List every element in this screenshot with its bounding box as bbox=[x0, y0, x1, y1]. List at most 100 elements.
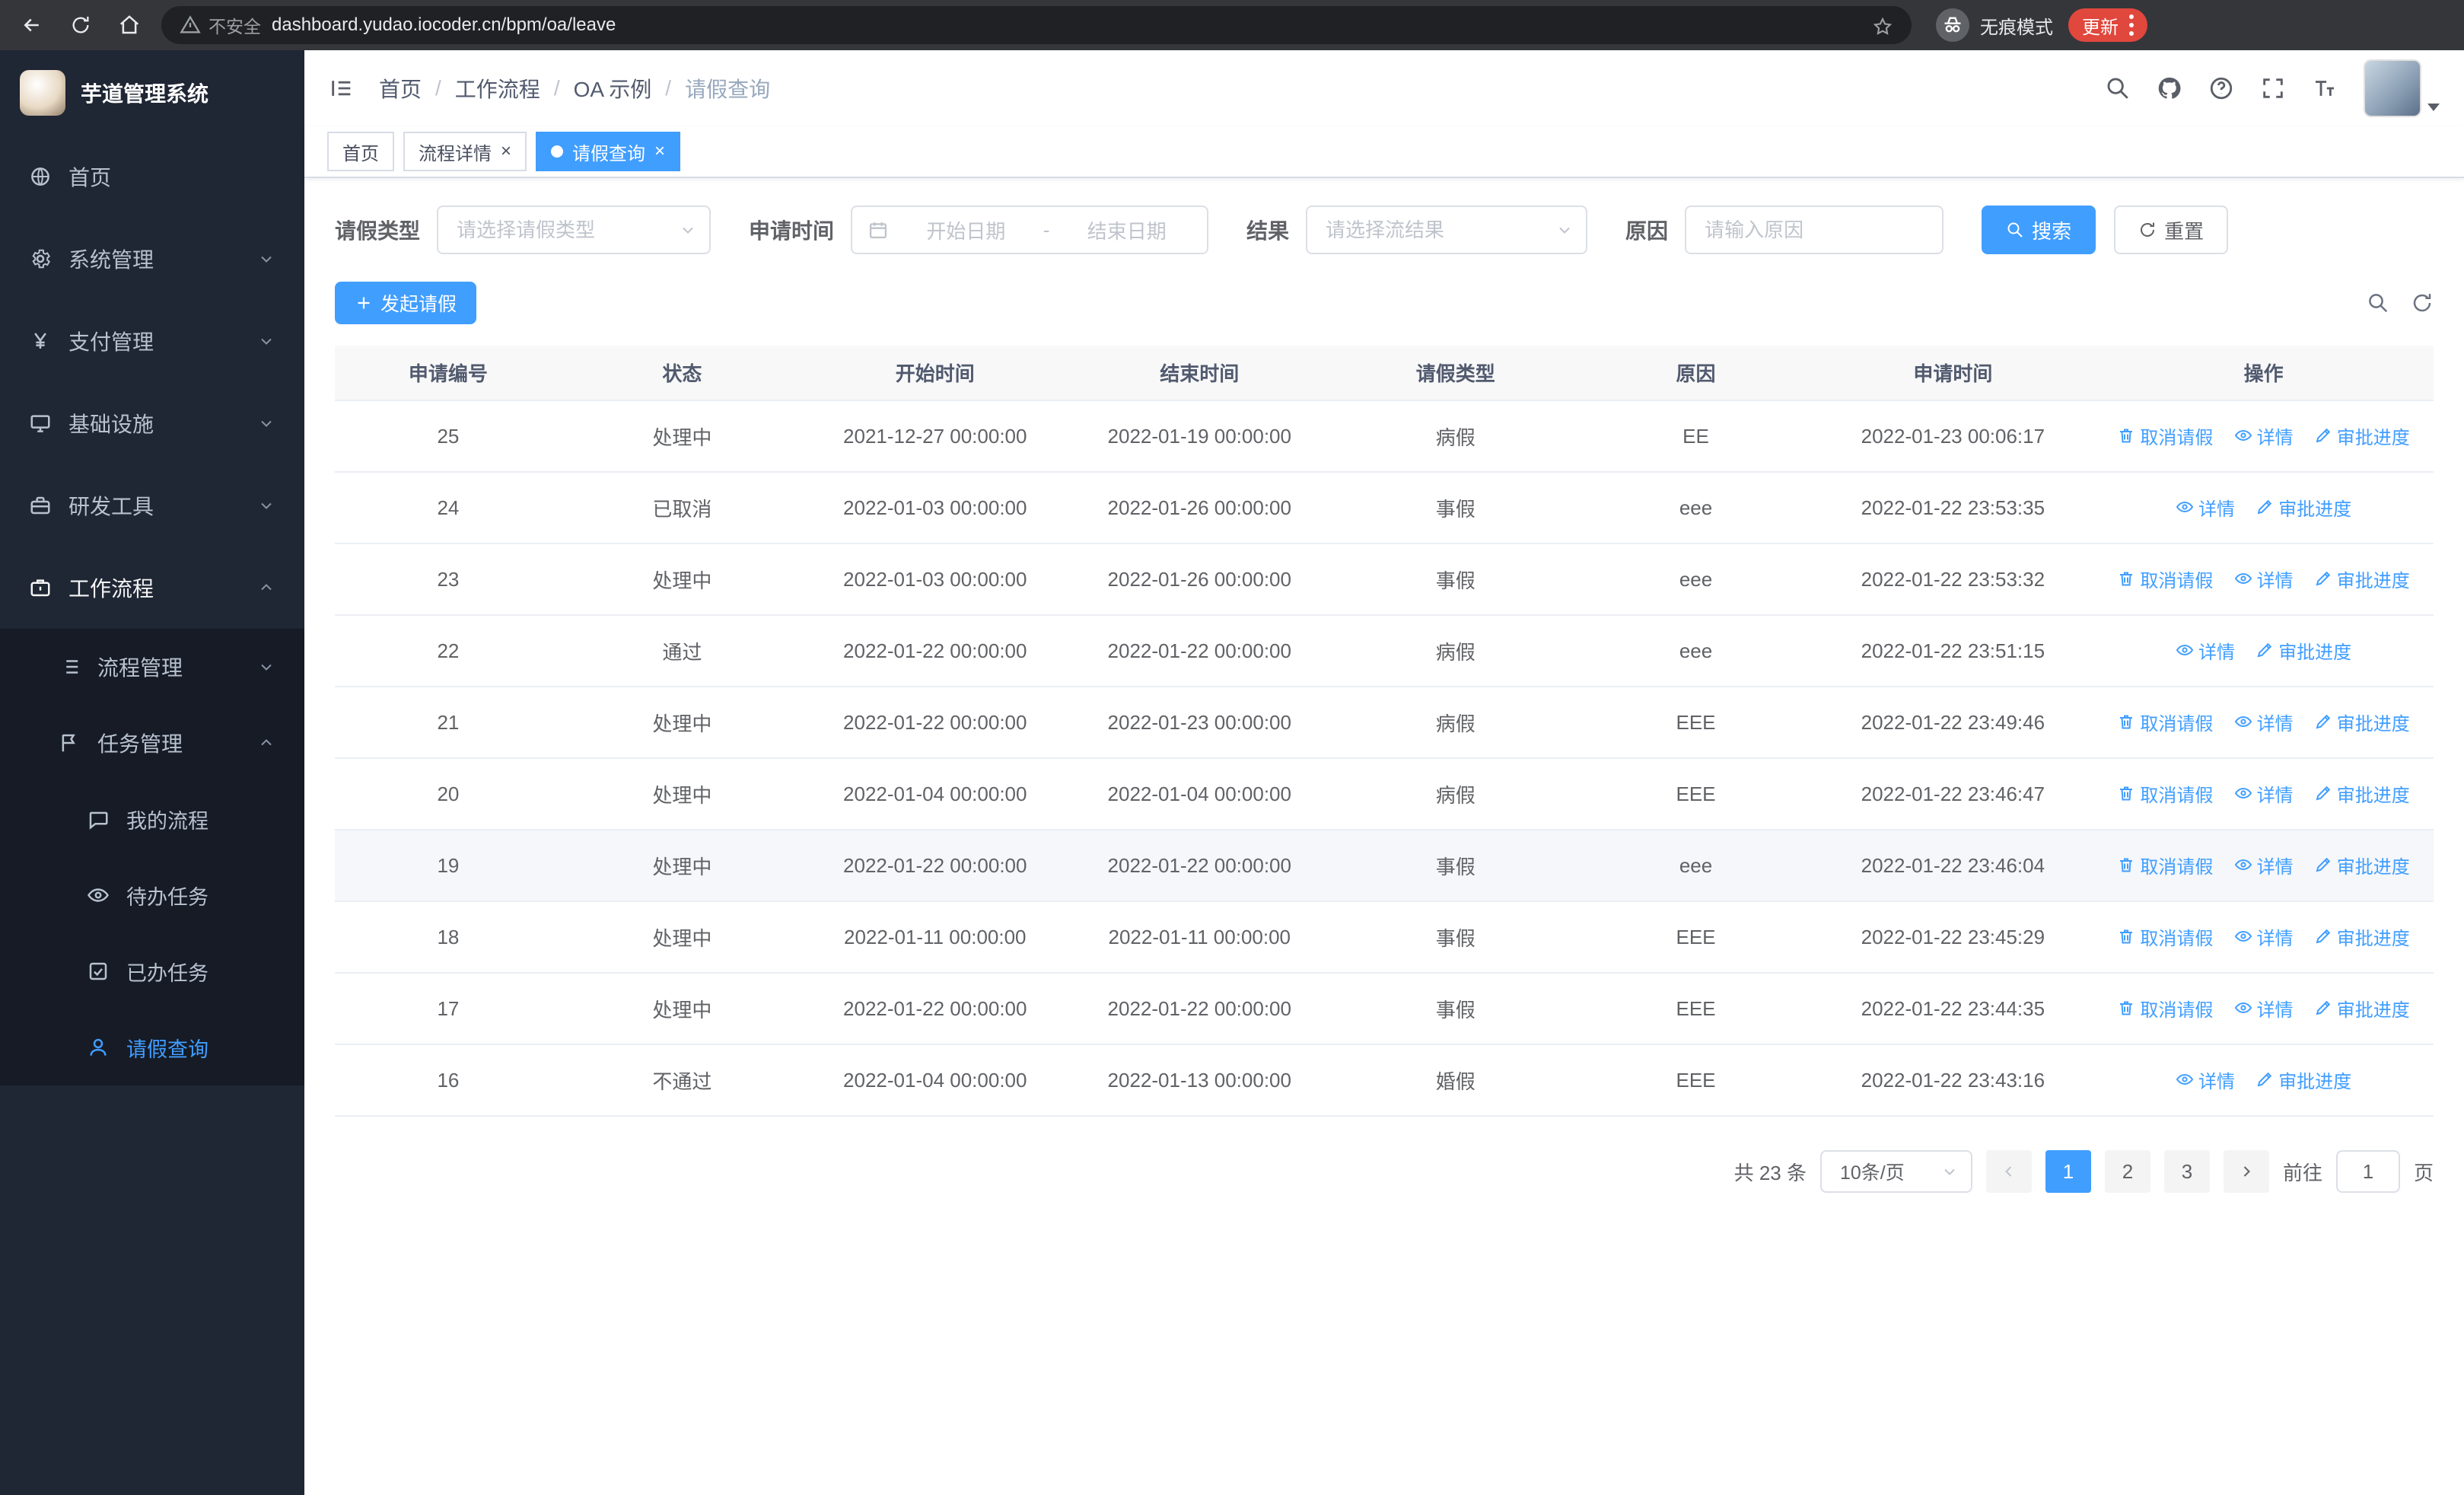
close-icon[interactable]: × bbox=[654, 142, 665, 161]
detail-link[interactable]: 详情 bbox=[2234, 923, 2294, 950]
trash-icon bbox=[2117, 426, 2135, 445]
detail-link[interactable]: 详情 bbox=[2234, 995, 2294, 1022]
tab-process-detail[interactable]: 流程详情 × bbox=[403, 132, 527, 171]
toggle-search-icon[interactable] bbox=[2367, 292, 2389, 314]
tab-leave-query[interactable]: 请假查询 × bbox=[536, 132, 681, 171]
sidebar-item-devtools[interactable]: 研发工具 bbox=[0, 464, 304, 547]
security-warning[interactable]: 不安全 bbox=[180, 12, 261, 38]
page-size-select[interactable] bbox=[1819, 1150, 1972, 1193]
create-leave-button[interactable]: 发起请假 bbox=[335, 282, 477, 324]
bookmark-star-icon[interactable] bbox=[1872, 13, 1893, 37]
sidebar-item-system[interactable]: 系统管理 bbox=[0, 218, 304, 300]
menu-dots-icon[interactable] bbox=[2129, 14, 2134, 36]
approval-progress-link[interactable]: 审批进度 bbox=[2255, 637, 2351, 664]
trash-icon bbox=[2117, 569, 2135, 588]
detail-link[interactable]: 详情 bbox=[2234, 422, 2294, 449]
approval-progress-link[interactable]: 审批进度 bbox=[2314, 422, 2410, 449]
approval-progress-link[interactable]: 审批进度 bbox=[2314, 566, 2410, 592]
reset-button[interactable]: 重置 bbox=[2114, 206, 2229, 254]
edit-icon bbox=[2314, 426, 2332, 445]
cancel-leave-link[interactable]: 取消请假 bbox=[2117, 852, 2213, 878]
home-icon[interactable] bbox=[113, 8, 146, 42]
approval-progress-link[interactable]: 审批进度 bbox=[2314, 923, 2410, 950]
start-date-placeholder[interactable]: 开始日期 bbox=[901, 216, 1031, 244]
detail-link[interactable]: 详情 bbox=[2234, 852, 2294, 878]
hamburger-icon[interactable] bbox=[329, 75, 355, 101]
goto-label: 前往 bbox=[2282, 1161, 2322, 1184]
font-size-icon[interactable] bbox=[2312, 75, 2338, 101]
approval-progress-link[interactable]: 审批进度 bbox=[2255, 494, 2351, 521]
breadcrumb-oa-example[interactable]: OA 示例 bbox=[574, 73, 652, 104]
sidebar-logo[interactable]: 芋道管理系统 bbox=[0, 50, 304, 135]
eye-icon bbox=[2176, 498, 2194, 516]
leave-type-select[interactable] bbox=[437, 206, 712, 254]
result-input[interactable] bbox=[1306, 206, 1588, 254]
breadcrumb-workflow[interactable]: 工作流程 bbox=[455, 73, 540, 104]
approval-progress-link[interactable]: 审批进度 bbox=[2255, 1066, 2351, 1093]
detail-link[interactable]: 详情 bbox=[2176, 1066, 2235, 1093]
user-menu[interactable] bbox=[2364, 59, 2440, 117]
page-button-2[interactable]: 2 bbox=[2104, 1150, 2150, 1193]
trash-icon bbox=[2117, 999, 2135, 1017]
cancel-leave-link[interactable]: 取消请假 bbox=[2117, 995, 2213, 1022]
chevron-down-icon bbox=[679, 221, 697, 239]
sidebar-item-todo-tasks[interactable]: 待办任务 bbox=[0, 857, 304, 933]
help-icon[interactable] bbox=[2208, 75, 2234, 101]
search-icon[interactable] bbox=[2105, 75, 2131, 101]
sidebar-item-my-process[interactable]: 我的流程 bbox=[0, 781, 304, 857]
github-icon[interactable] bbox=[2157, 75, 2182, 101]
sidebar-item-process-mgmt[interactable]: 流程管理 bbox=[0, 629, 304, 705]
sidebar-item-leave-query[interactable]: 请假查询 bbox=[0, 1009, 304, 1085]
sidebar-item-payment[interactable]: 支付管理 bbox=[0, 300, 304, 382]
search-button[interactable]: 搜索 bbox=[1982, 206, 2096, 254]
browser-update-button[interactable]: 更新 bbox=[2068, 8, 2147, 42]
tag-bar: 首页 流程详情 × 请假查询 × bbox=[304, 126, 2464, 178]
sidebar-item-infrastructure[interactable]: 基础设施 bbox=[0, 382, 304, 464]
cancel-leave-link[interactable]: 取消请假 bbox=[2117, 780, 2213, 807]
url-text[interactable]: dashboard.yudao.iocoder.cn/bpm/oa/leave bbox=[272, 14, 616, 36]
navbar: 首页 / 工作流程 / OA 示例 / 请假查询 bbox=[304, 50, 2464, 126]
detail-link[interactable]: 详情 bbox=[2176, 637, 2235, 664]
cancel-leave-link[interactable]: 取消请假 bbox=[2117, 709, 2213, 735]
prev-page-button[interactable] bbox=[1985, 1150, 2032, 1193]
sidebar-item-task-mgmt[interactable]: 任务管理 bbox=[0, 705, 304, 781]
url-bar[interactable]: 不安全 dashboard.yudao.iocoder.cn/bpm/oa/le… bbox=[161, 6, 1912, 44]
approval-progress-link[interactable]: 审批进度 bbox=[2314, 780, 2410, 807]
tab-home[interactable]: 首页 bbox=[327, 132, 394, 171]
page-button-1[interactable]: 1 bbox=[2045, 1150, 2091, 1193]
cancel-leave-link[interactable]: 取消请假 bbox=[2117, 923, 2213, 950]
close-icon[interactable]: × bbox=[501, 142, 511, 161]
leave-type-input[interactable] bbox=[437, 206, 712, 254]
approval-progress-link[interactable]: 审批进度 bbox=[2314, 709, 2410, 735]
approval-progress-link[interactable]: 审批进度 bbox=[2314, 995, 2410, 1022]
apply-time-range-picker[interactable]: 开始日期 - 结束日期 bbox=[851, 206, 1209, 254]
eye-icon bbox=[2234, 569, 2252, 588]
next-page-button[interactable] bbox=[2223, 1150, 2269, 1193]
eye-icon bbox=[2234, 856, 2252, 874]
detail-link[interactable]: 详情 bbox=[2176, 494, 2235, 521]
refresh-icon[interactable] bbox=[64, 8, 97, 42]
detail-link[interactable]: 详情 bbox=[2234, 566, 2294, 592]
reason-input[interactable] bbox=[1685, 206, 1944, 254]
page-button-3[interactable]: 3 bbox=[2163, 1150, 2210, 1193]
detail-link[interactable]: 详情 bbox=[2234, 709, 2294, 735]
cancel-leave-link[interactable]: 取消请假 bbox=[2117, 566, 2213, 592]
col-id: 申请编号 bbox=[335, 346, 562, 401]
detail-link[interactable]: 详情 bbox=[2234, 780, 2294, 807]
table-row: 16 不通过 2022-01-04 00:00:00 2022-01-13 00… bbox=[335, 1044, 2434, 1117]
approval-progress-link[interactable]: 审批进度 bbox=[2314, 852, 2410, 878]
eye-icon bbox=[2234, 999, 2252, 1017]
fullscreen-icon[interactable] bbox=[2260, 75, 2286, 101]
refresh-table-icon[interactable] bbox=[2411, 292, 2434, 314]
cancel-leave-link[interactable]: 取消请假 bbox=[2117, 422, 2213, 449]
breadcrumb-home[interactable]: 首页 bbox=[379, 73, 422, 104]
sidebar-item-done-tasks[interactable]: 已办任务 bbox=[0, 933, 304, 1009]
table-row: 18 处理中 2022-01-11 00:00:00 2022-01-11 00… bbox=[335, 901, 2434, 974]
sidebar-item-workflow[interactable]: 工作流程 bbox=[0, 547, 304, 629]
result-select[interactable] bbox=[1306, 206, 1588, 254]
goto-page-input[interactable] bbox=[2335, 1150, 2400, 1193]
avatar[interactable] bbox=[2364, 59, 2421, 117]
back-icon[interactable] bbox=[15, 8, 49, 42]
end-date-placeholder[interactable]: 结束日期 bbox=[1062, 216, 1192, 244]
sidebar-item-home[interactable]: 首页 bbox=[0, 135, 304, 218]
